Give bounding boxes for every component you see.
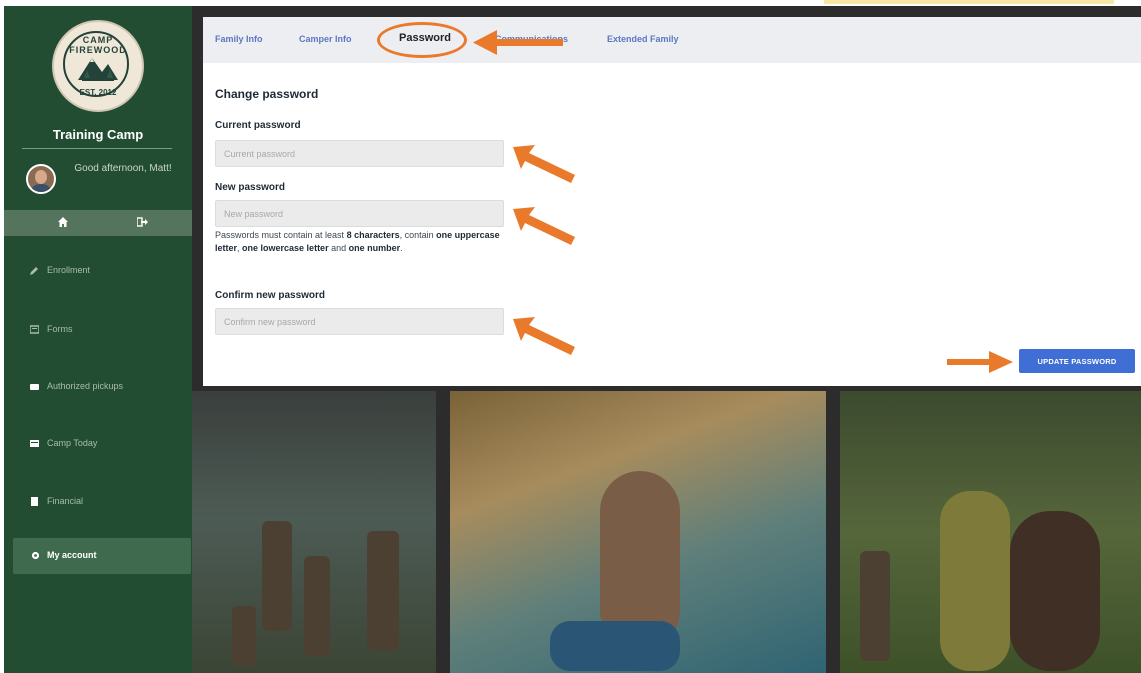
current-password-label: Current password bbox=[215, 120, 301, 131]
sidebar-item-label: Financial bbox=[47, 496, 84, 506]
sidebar-divider bbox=[22, 148, 172, 149]
tab-camper-info[interactable]: Camper Info bbox=[299, 34, 352, 44]
new-password-label: New password bbox=[215, 182, 286, 193]
annotation-arrow-icon bbox=[513, 145, 575, 183]
home-icon[interactable] bbox=[58, 217, 68, 227]
top-highlight-strip bbox=[824, 0, 1114, 4]
tab-highlight-ring bbox=[377, 22, 467, 58]
sidebar-item-camp-today[interactable]: Camp Today bbox=[4, 426, 192, 462]
sidebar: CAMP FIREWOOD EST. 2012 Training Camp Go… bbox=[4, 6, 192, 673]
annotation-arrow-icon bbox=[513, 207, 575, 245]
camp-logo: CAMP FIREWOOD EST. 2012 bbox=[52, 20, 144, 112]
logo-bottom-text: EST. 2012 bbox=[79, 88, 117, 97]
sidebar-item-enrollment[interactable]: Enrollment bbox=[4, 253, 192, 289]
new-password-input[interactable] bbox=[215, 200, 504, 227]
financial-icon bbox=[31, 497, 38, 506]
camp-photo-collage bbox=[192, 391, 1141, 673]
avatar[interactable] bbox=[26, 164, 56, 194]
password-requirements-text: Passwords must contain at least 8 charac… bbox=[215, 230, 500, 253]
logout-icon[interactable] bbox=[137, 217, 148, 227]
camp-today-icon bbox=[30, 440, 39, 447]
annotation-arrow-icon bbox=[513, 317, 575, 355]
tab-extended-family[interactable]: Extended Family bbox=[607, 34, 679, 44]
sidebar-item-label: Camp Today bbox=[47, 438, 98, 448]
camp-photo bbox=[450, 391, 826, 673]
camp-photo bbox=[192, 391, 436, 673]
account-tabs: Family Info Camper Info Password Communi… bbox=[203, 17, 1141, 63]
update-password-button[interactable]: UPDATE PASSWORD bbox=[1019, 349, 1135, 373]
current-password-input[interactable] bbox=[215, 140, 504, 167]
annotation-arrow-icon bbox=[473, 30, 563, 55]
pencil-icon bbox=[30, 267, 38, 275]
mountain-icon bbox=[78, 58, 118, 81]
confirm-password-label: Confirm new password bbox=[215, 290, 326, 301]
sidebar-item-label: Forms bbox=[47, 324, 73, 334]
change-password-heading: Change password bbox=[215, 87, 319, 101]
car-icon bbox=[30, 384, 39, 390]
sidebar-actions-bar bbox=[4, 210, 192, 236]
sidebar-item-label: Authorized pickups bbox=[47, 381, 124, 391]
annotation-arrow-icon bbox=[947, 351, 1013, 373]
tab-family-info[interactable]: Family Info bbox=[215, 34, 263, 44]
gear-icon bbox=[31, 551, 40, 560]
camp-name: Training Camp bbox=[52, 127, 144, 142]
camp-photo bbox=[840, 391, 1141, 673]
forms-icon bbox=[30, 325, 39, 334]
greeting-text: Good afternoon, Matt! bbox=[74, 163, 172, 174]
sidebar-item-label: Enrollment bbox=[47, 265, 91, 275]
confirm-password-input[interactable] bbox=[215, 308, 504, 335]
account-panel: Family Info Camper Info Password Communi… bbox=[203, 17, 1141, 386]
sidebar-item-forms[interactable]: Forms bbox=[4, 312, 192, 348]
sidebar-item-label: My account bbox=[47, 550, 97, 560]
app-window: CAMP FIREWOOD EST. 2012 Training Camp Go… bbox=[4, 6, 1141, 673]
sidebar-item-authorized-pickups[interactable]: Authorized pickups bbox=[4, 369, 192, 405]
sidebar-item-my-account[interactable]: My account bbox=[13, 538, 191, 574]
sidebar-item-financial[interactable]: Financial bbox=[4, 484, 192, 520]
